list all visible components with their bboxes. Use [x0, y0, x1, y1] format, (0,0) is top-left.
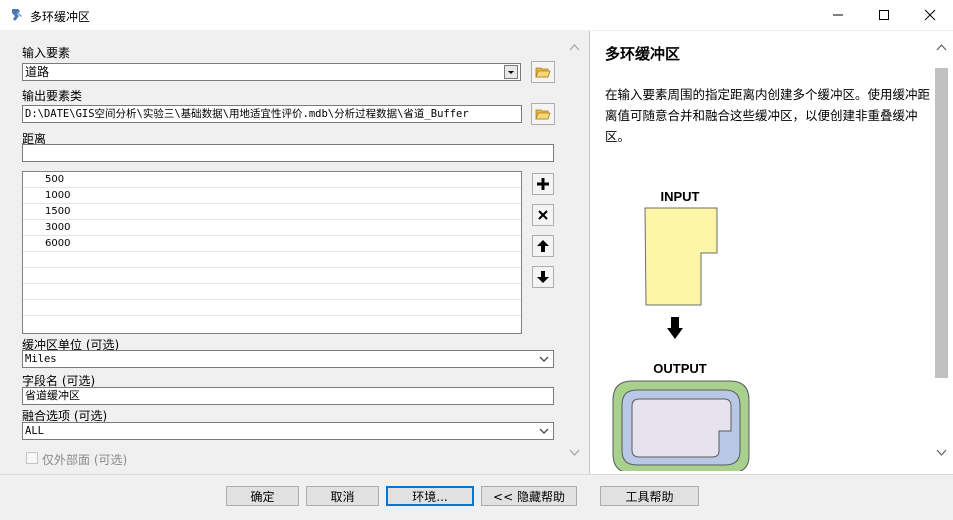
help-panel: 多环缓冲区 在输入要素周围的指定距离内创建多个缓冲区。使用缓冲距离值可随意合并和…: [589, 31, 953, 474]
title-bar: 多环缓冲区: [0, 0, 953, 30]
add-distance-button[interactable]: [532, 173, 554, 195]
window-title: 多环缓冲区: [30, 10, 91, 24]
output-features-input[interactable]: D:\DATE\GIS空间分析\实验三\基础数据\用地适宜性评价.mdb\分析过…: [22, 105, 522, 123]
buffer-unit-select[interactable]: Miles: [22, 350, 554, 368]
distances-list[interactable]: 500 1000 1500 3000 6000: [22, 171, 522, 334]
parameters-scrollbar[interactable]: [566, 36, 583, 466]
input-features-label: 输入要素: [22, 46, 71, 60]
move-down-button[interactable]: [532, 266, 554, 288]
cancel-button[interactable]: 取消: [306, 486, 379, 506]
list-item[interactable]: 3000: [23, 220, 521, 236]
buffer-unit-value: Miles: [25, 353, 57, 365]
button-bar: [0, 474, 953, 520]
help-scroll-thumb[interactable]: [935, 68, 948, 378]
toolbox-icon: [12, 9, 22, 21]
plus-icon: [537, 178, 549, 190]
dissolve-option-value: ALL: [25, 425, 44, 437]
arrow-up-icon: [537, 240, 549, 252]
hide-help-button[interactable]: << 隐藏帮助: [481, 486, 577, 506]
folder-open-icon: [535, 67, 551, 78]
buffer-diagram: INPUT OUTPUT: [612, 181, 762, 471]
distance-input[interactable]: [22, 144, 554, 162]
scroll-arrows-icon: [569, 44, 580, 456]
delete-x-icon: [538, 210, 548, 220]
input-features-select[interactable]: 道路: [22, 63, 521, 81]
maximize-button[interactable]: [861, 0, 907, 30]
list-item-empty: [23, 284, 521, 300]
list-item-empty: [23, 300, 521, 316]
buffered-polygon: [631, 398, 732, 458]
list-item-empty: [23, 252, 521, 268]
outside-only-checkbox[interactable]: [26, 452, 38, 464]
list-item-empty: [23, 268, 521, 284]
chevron-down-icon: [539, 428, 549, 434]
tool-help-button[interactable]: 工具帮助: [600, 486, 699, 506]
help-description: 在输入要素周围的指定距离内创建多个缓冲区。使用缓冲距离值可随意合并和融合这些缓冲…: [605, 87, 931, 144]
outside-only-label: 仅外部面 (可选): [42, 453, 128, 467]
remove-distance-button[interactable]: [532, 204, 554, 226]
minimize-button[interactable]: [815, 0, 861, 30]
diagram-input-caption: INPUT: [661, 189, 700, 204]
field-name-input[interactable]: 省道缓冲区: [22, 387, 554, 405]
browse-input-button[interactable]: [531, 61, 555, 83]
dropdown-arrow-icon[interactable]: [504, 65, 518, 79]
list-item[interactable]: 6000: [23, 236, 521, 252]
environments-button[interactable]: 环境...: [386, 486, 474, 506]
close-icon: [924, 9, 936, 21]
chevron-down-icon: [539, 356, 549, 362]
move-up-button[interactable]: [532, 235, 554, 257]
help-title: 多环缓冲区: [605, 45, 681, 63]
diagram-output-caption: OUTPUT: [653, 361, 707, 376]
folder-open-icon: [535, 109, 551, 120]
browse-output-button[interactable]: [531, 103, 555, 125]
maximize-icon: [879, 10, 889, 20]
list-item[interactable]: 500: [23, 172, 521, 188]
close-button[interactable]: [907, 0, 953, 30]
minimize-icon: [833, 14, 843, 16]
input-features-value: 道路: [25, 65, 50, 79]
ok-button[interactable]: 确定: [226, 486, 299, 506]
list-item[interactable]: 1000: [23, 188, 521, 204]
output-features-label: 输出要素类: [22, 89, 83, 103]
arrow-down-icon: [537, 271, 549, 283]
dissolve-option-select[interactable]: ALL: [22, 422, 554, 440]
list-item[interactable]: 1500: [23, 204, 521, 220]
